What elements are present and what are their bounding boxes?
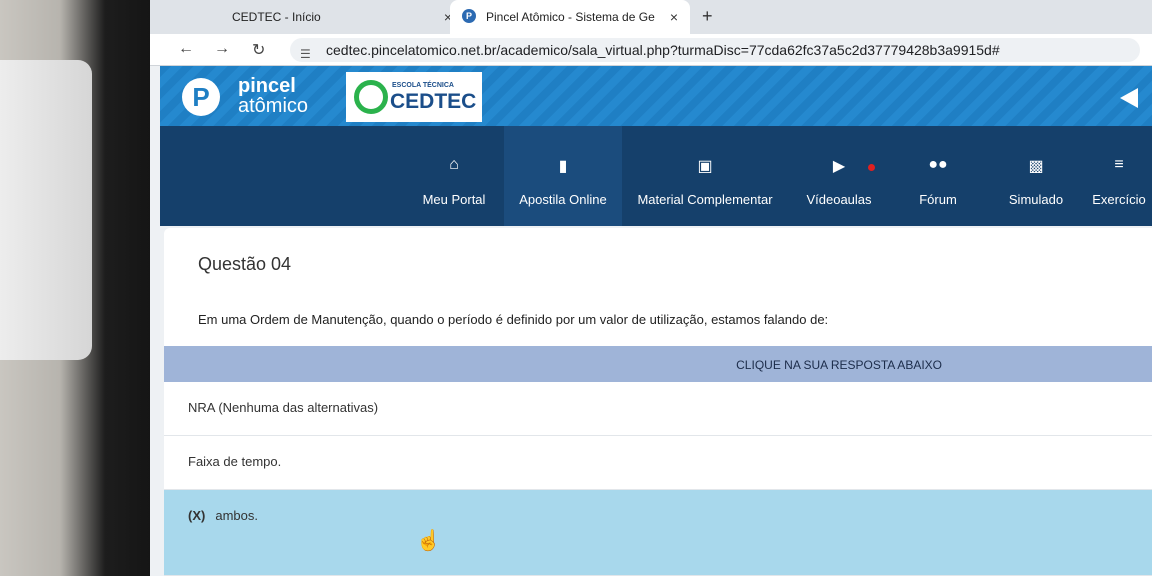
hand-cursor-icon: ☝	[416, 530, 441, 552]
pincel-logo-icon[interactable]: P	[182, 78, 220, 116]
pincel-logo-text[interactable]: pincel atômico	[238, 76, 308, 116]
answer-header-text: CLIQUE NA SUA RESPOSTA ABAIXO	[736, 358, 942, 372]
clipboard-icon: ▩	[1028, 158, 1044, 175]
logo-line2: atômico	[238, 95, 309, 117]
answer-option-nra[interactable]: NRA (Nenhuma das alternativas)	[164, 382, 1152, 436]
nav-label: Vídeoaulas	[806, 192, 872, 207]
nav-label: Meu Portal	[422, 192, 486, 207]
nav-label: Apostila Online	[519, 192, 607, 207]
question-text: Em uma Ordem de Manutenção, quando o per…	[198, 312, 829, 327]
nav-label: Fórum	[919, 192, 957, 207]
screen: CEDTEC - Início × P Pincel Atômico - Sis…	[150, 0, 1152, 576]
new-tab-button[interactable]: +	[702, 6, 713, 27]
cedtec-circle-icon	[354, 80, 388, 114]
nav-item-simulado[interactable]: ▩ Simulado	[986, 126, 1086, 226]
question-panel: Questão 04 Em uma Ordem de Manutenção, q…	[164, 228, 1152, 576]
list-icon: ≡	[1114, 156, 1124, 173]
tab-title: Pincel Atômico - Sistema de Ge	[486, 10, 655, 24]
back-arrow-icon[interactable]: ←	[178, 40, 194, 58]
answer-option-ambos[interactable]: (X) ambos.	[164, 490, 1152, 576]
url-text: cedtec.pincelatomico.net.br/academico/sa…	[326, 42, 1000, 58]
cedtec-logo: ESCOLA TÉCNICA CEDTEC	[346, 72, 482, 122]
selected-mark: (X)	[188, 508, 206, 523]
background-object	[0, 60, 92, 360]
users-icon: ●●	[928, 156, 948, 173]
nav-label: Material Complementar	[637, 192, 773, 207]
nav-item-apostila-online[interactable]: ▮ Apostila Online	[504, 126, 622, 226]
forward-arrow-icon[interactable]: →	[214, 40, 230, 58]
briefcase-icon: ▣	[697, 158, 713, 175]
option-text: Faixa de tempo.	[188, 454, 282, 469]
site-info-icon[interactable]: ☰	[300, 42, 311, 62]
nav-label: Exercício	[1092, 192, 1146, 207]
nav-item-material-complementar[interactable]: ▣ Material Complementar	[622, 126, 788, 226]
nav-item-videoaulas[interactable]: ▶ Vídeoaulas	[788, 126, 890, 226]
nav-item-meu-portal[interactable]: ⌂ Meu Portal	[404, 126, 504, 226]
logo-line1: pincel	[238, 75, 296, 97]
cedtec-small-text: ESCOLA TÉCNICA	[392, 82, 454, 89]
home-icon: ⌂	[449, 156, 459, 173]
question-title: Questão 04	[198, 254, 292, 274]
megaphone-icon[interactable]	[1120, 88, 1138, 108]
browser-tab-bar: CEDTEC - Início × P Pincel Atômico - Sis…	[150, 0, 1152, 34]
book-icon: ▮	[558, 158, 568, 175]
browser-toolbar: ← → ↻ ☰ cedtec.pincelatomico.net.br/acad…	[150, 34, 1152, 66]
option-text: ambos.	[215, 508, 258, 523]
nav-item-forum[interactable]: ●● Fórum	[890, 126, 986, 226]
site-header: P pincel atômico ESCOLA TÉCNICA CEDTEC	[160, 66, 1152, 126]
tab-pincel-atomico[interactable]: P Pincel Atômico - Sistema de Ge ×	[450, 0, 690, 34]
main-nav: ⌂ Meu Portal ▮ Apostila Online ▣ Materia…	[160, 126, 1152, 226]
nav-item-exercicio[interactable]: ≡ Exercício	[1086, 126, 1152, 226]
notification-dot	[868, 164, 875, 171]
url-bar[interactable]: ☰ cedtec.pincelatomico.net.br/academico/…	[290, 38, 1140, 62]
reload-icon[interactable]: ↻	[252, 40, 265, 60]
close-icon[interactable]: ×	[670, 9, 678, 25]
answer-header: CLIQUE NA SUA RESPOSTA ABAIXO	[164, 346, 1152, 382]
tab-cedtec-inicio[interactable]: CEDTEC - Início ×	[200, 0, 452, 34]
tab-title: CEDTEC - Início	[232, 10, 321, 24]
pincel-favicon-icon: P	[462, 9, 476, 23]
nav-label: Simulado	[1008, 192, 1064, 207]
answer-option-faixa-de-tempo[interactable]: Faixa de tempo.	[164, 436, 1152, 490]
option-text: NRA (Nenhuma das alternativas)	[188, 400, 379, 415]
cedtec-name: CEDTEC	[390, 90, 477, 113]
